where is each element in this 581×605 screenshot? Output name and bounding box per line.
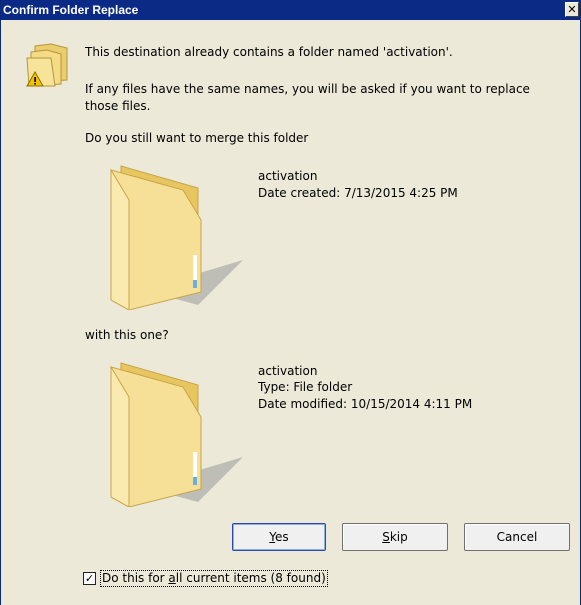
message-line-1: This destination already contains a fold… [85, 45, 453, 59]
skip-button[interactable]: Skip [342, 523, 448, 551]
target-folder-name: activation [258, 364, 318, 378]
apply-all-checkbox[interactable]: ✓ [83, 572, 96, 585]
message-line-2b: those files. [85, 99, 151, 113]
apply-all-mnemonic: a [168, 571, 176, 585]
confirm-folder-replace-dialog: Confirm Folder Replace ✕ This destinatio… [0, 0, 581, 605]
window-title: Confirm Folder Replace [3, 3, 139, 17]
warning-folder-icon [26, 43, 68, 87]
folder-icon [110, 165, 243, 310]
skip-mnemonic: S [382, 530, 390, 544]
source-folder-date-created: Date created: 7/13/2015 4:25 PM [258, 186, 458, 200]
apply-all-label[interactable]: Do this for all current items (8 found) [100, 570, 328, 587]
folder-icon [110, 362, 243, 507]
skip-label: kip [389, 530, 408, 544]
message-line-2a: If any files have the same names, you wi… [85, 82, 530, 96]
merge-question: Do you still want to merge this folder [85, 131, 309, 145]
source-folder-name: activation [258, 169, 318, 183]
yes-label: es [275, 530, 289, 544]
target-folder-type: Type: File folder [258, 380, 353, 394]
apply-all-suffix: ll current items (8 found) [175, 571, 326, 585]
with-this-one-label: with this one? [85, 328, 169, 342]
title-bar[interactable]: Confirm Folder Replace ✕ [1, 0, 580, 20]
target-folder-date-modified: Date modified: 10/15/2014 4:11 PM [258, 397, 473, 411]
dialog-body: This destination already contains a fold… [1, 20, 580, 605]
apply-all-prefix: Do this for [102, 571, 169, 585]
checkbox-check-icon: ✓ [84, 572, 95, 585]
yes-button[interactable]: Yes [232, 523, 326, 551]
close-icon[interactable]: ✕ [565, 2, 579, 17]
cancel-button[interactable]: Cancel [464, 523, 570, 551]
